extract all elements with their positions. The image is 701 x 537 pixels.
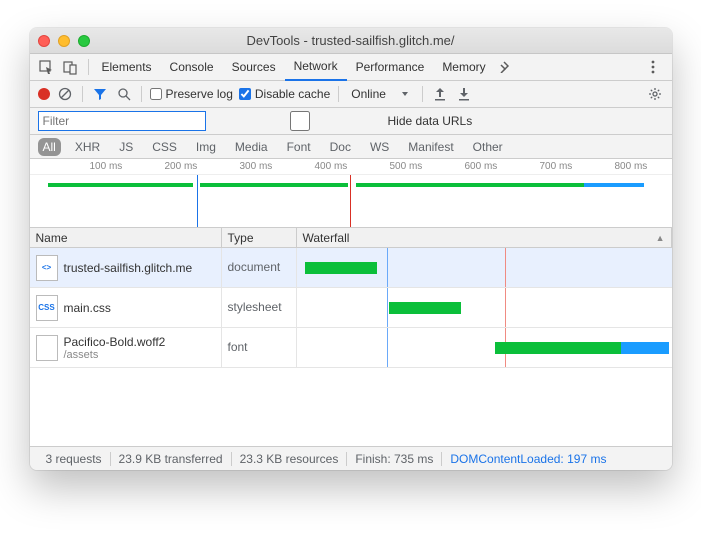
- domcontentloaded-marker: [197, 175, 198, 227]
- timeline-tick: 800 ms: [615, 161, 648, 172]
- type-filter-bar: All XHR JS CSS Img Media Font Doc WS Man…: [30, 135, 672, 159]
- font-icon: [36, 335, 58, 361]
- tab-performance[interactable]: Performance: [347, 54, 434, 81]
- type-filter-doc[interactable]: Doc: [325, 138, 356, 156]
- separator: [88, 59, 89, 75]
- type-filter-manifest[interactable]: Manifest: [403, 138, 458, 156]
- filter-icon[interactable]: [91, 85, 109, 103]
- timeline-tick: 400 ms: [315, 161, 348, 172]
- table-row[interactable]: Pacifico-Bold.woff2 /assets font: [30, 328, 672, 368]
- timeline-tick: 100 ms: [90, 161, 123, 172]
- table-row[interactable]: CSS main.css stylesheet: [30, 288, 672, 328]
- timeline-tick: 500 ms: [390, 161, 423, 172]
- column-name[interactable]: Name: [30, 228, 222, 247]
- domcontentloaded-marker: [387, 328, 388, 367]
- network-table-body: <> trusted-sailfish.glitch.me document C…: [30, 248, 672, 446]
- tab-elements[interactable]: Elements: [93, 54, 161, 81]
- document-icon: <>: [36, 255, 58, 281]
- main-tabs: Elements Console Sources Network Perform…: [30, 54, 672, 81]
- timeline-bar: [584, 183, 644, 187]
- load-marker: [505, 248, 506, 287]
- table-row[interactable]: <> trusted-sailfish.glitch.me document: [30, 248, 672, 288]
- load-marker: [350, 175, 351, 227]
- preserve-log-checkbox[interactable]: Preserve log: [150, 87, 233, 101]
- record-button[interactable]: [38, 88, 50, 100]
- window-title: DevTools - trusted-sailfish.glitch.me/: [30, 33, 672, 48]
- tab-memory[interactable]: Memory: [433, 54, 494, 81]
- status-domcontentloaded: DOMContentLoaded: 197 ms: [442, 452, 614, 466]
- type-filter-ws[interactable]: WS: [365, 138, 394, 156]
- request-type: font: [222, 328, 297, 367]
- separator: [82, 86, 83, 102]
- timeline-tick: 300 ms: [240, 161, 273, 172]
- download-har-icon[interactable]: [455, 85, 473, 103]
- type-filter-other[interactable]: Other: [468, 138, 508, 156]
- timeline-tick: 700 ms: [540, 161, 573, 172]
- load-marker: [505, 288, 506, 327]
- waterfall-bar: [305, 262, 377, 274]
- type-filter-font[interactable]: Font: [282, 138, 316, 156]
- devtools-window: DevTools - trusted-sailfish.glitch.me/ E…: [30, 28, 672, 470]
- preserve-log-label: Preserve log: [166, 87, 233, 101]
- domcontentloaded-marker: [387, 288, 388, 327]
- disable-cache-checkbox[interactable]: Disable cache: [239, 87, 330, 101]
- network-toolbar: Preserve log Disable cache Online: [30, 81, 672, 108]
- search-icon[interactable]: [115, 85, 133, 103]
- more-tabs-icon[interactable]: [495, 56, 517, 78]
- waterfall-bar: [621, 342, 669, 354]
- clear-icon[interactable]: [56, 85, 74, 103]
- column-waterfall[interactable]: Waterfall ▲: [297, 228, 672, 247]
- type-filter-js[interactable]: JS: [114, 138, 138, 156]
- inspect-icon[interactable]: [36, 56, 58, 78]
- type-filter-xhr[interactable]: XHR: [70, 138, 105, 156]
- status-requests: 3 requests: [38, 452, 110, 466]
- request-name: main.css: [64, 301, 111, 315]
- domcontentloaded-marker: [387, 248, 388, 287]
- tab-network[interactable]: Network: [285, 54, 347, 81]
- request-name: Pacifico-Bold.woff2: [64, 335, 166, 349]
- timeline-bar: [200, 183, 348, 187]
- tab-console[interactable]: Console: [161, 54, 223, 81]
- upload-har-icon[interactable]: [431, 85, 449, 103]
- settings-gear-icon[interactable]: [646, 85, 664, 103]
- separator: [141, 86, 142, 102]
- device-toggle-icon[interactable]: [60, 56, 82, 78]
- sort-arrow-icon: ▲: [656, 233, 665, 243]
- waterfall-bar: [389, 302, 461, 314]
- hide-data-urls-checkbox[interactable]: Hide data URLs: [216, 111, 473, 131]
- status-finish: Finish: 735 ms: [347, 452, 441, 466]
- separator: [338, 86, 339, 102]
- timeline-bar: [356, 183, 584, 187]
- type-filter-all[interactable]: All: [38, 138, 61, 156]
- filter-input[interactable]: [38, 111, 206, 131]
- throttling-dropdown-icon[interactable]: [396, 85, 414, 103]
- status-resources: 23.3 KB resources: [232, 452, 347, 466]
- timeline-tick: 200 ms: [165, 161, 198, 172]
- separator: [422, 86, 423, 102]
- network-table-header: Name Type Waterfall ▲: [30, 228, 672, 248]
- status-bar: 3 requests 23.9 KB transferred 23.3 KB r…: [30, 446, 672, 470]
- request-type: stylesheet: [222, 288, 297, 327]
- titlebar: DevTools - trusted-sailfish.glitch.me/: [30, 28, 672, 54]
- type-filter-img[interactable]: Img: [191, 138, 221, 156]
- type-filter-css[interactable]: CSS: [147, 138, 182, 156]
- column-type[interactable]: Type: [222, 228, 297, 247]
- timeline-bar: [48, 183, 193, 187]
- kebab-menu-icon[interactable]: [642, 56, 664, 78]
- status-transferred: 23.9 KB transferred: [111, 452, 231, 466]
- type-filter-media[interactable]: Media: [230, 138, 273, 156]
- timeline-tick: 600 ms: [465, 161, 498, 172]
- tab-sources[interactable]: Sources: [223, 54, 285, 81]
- disable-cache-label: Disable cache: [255, 87, 330, 101]
- request-type: document: [222, 248, 297, 287]
- hide-data-urls-label: Hide data URLs: [388, 114, 473, 128]
- throttling-select[interactable]: Online: [347, 87, 390, 101]
- timeline-overview[interactable]: 100 ms 200 ms 300 ms 400 ms 500 ms 600 m…: [30, 159, 672, 228]
- request-path: /assets: [64, 349, 166, 361]
- filter-bar: Hide data URLs: [30, 108, 672, 135]
- request-name: trusted-sailfish.glitch.me: [64, 261, 193, 275]
- stylesheet-icon: CSS: [36, 295, 58, 321]
- waterfall-bar: [495, 342, 621, 354]
